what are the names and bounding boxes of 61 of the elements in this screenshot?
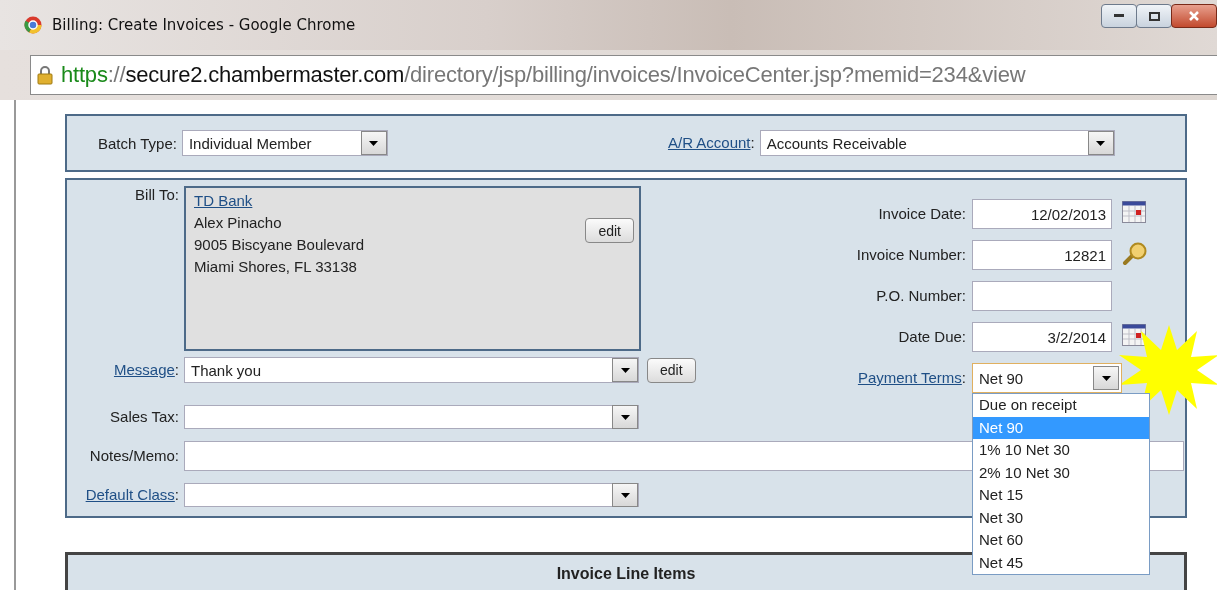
text-field[interactable]: 12821 bbox=[972, 240, 1112, 270]
field-label-link[interactable]: Default Class bbox=[85, 486, 175, 503]
caret-icon bbox=[620, 414, 630, 420]
edit-button[interactable]: edit bbox=[585, 218, 634, 243]
field-label: Bill To: bbox=[135, 186, 179, 203]
ar-account-select[interactable]: Accounts Receivable bbox=[759, 130, 1115, 156]
colon: : bbox=[174, 361, 179, 378]
close-button[interactable] bbox=[1171, 4, 1217, 28]
colon: : bbox=[750, 134, 755, 151]
address-bar[interactable]: https://secure2.chambermaster.com/directory/jsp/billing/invoices/InvoiceCenter.jsp?memid=234&view bbox=[30, 55, 1217, 95]
text-field[interactable] bbox=[972, 281, 1112, 311]
dropdown-option[interactable]: Net 15 bbox=[973, 484, 1149, 507]
calendar-icon[interactable] bbox=[1122, 324, 1146, 346]
edit-button[interactable]: edit bbox=[647, 357, 696, 383]
caret-icon bbox=[620, 367, 630, 373]
field-label-link[interactable]: Payment Terms bbox=[857, 369, 962, 386]
dropdown-option[interactable]: Net 60 bbox=[973, 529, 1149, 552]
calendar-icon[interactable] bbox=[1122, 201, 1146, 223]
dropdown-option[interactable]: Net 30 bbox=[973, 506, 1149, 529]
url-text: https://secure2.chambermaster.com/directory/jsp/billing/invoices/InvoiceCenter.jsp?memid=234&view bbox=[61, 62, 1026, 88]
address-line: 9005 Biscyane Boulevard bbox=[194, 235, 365, 254]
payment-terms-select[interactable]: Net 90 bbox=[972, 363, 1122, 393]
text-field[interactable]: 12/02/2013 bbox=[972, 199, 1112, 229]
dropdown-option[interactable]: 1% 10 Net 30 bbox=[973, 439, 1149, 462]
field-label: Invoice Date: bbox=[878, 205, 966, 222]
colon: : bbox=[961, 369, 966, 386]
field-label-link[interactable]: A/R Account bbox=[667, 134, 751, 151]
starburst-icon bbox=[1119, 325, 1217, 415]
field-label: Date Due: bbox=[898, 328, 966, 345]
close-icon bbox=[1189, 11, 1199, 21]
select-field[interactable] bbox=[184, 405, 639, 429]
caret-icon bbox=[1101, 375, 1111, 381]
field-label: Invoice Number: bbox=[856, 246, 966, 263]
dropdown-option[interactable]: Net 45 bbox=[973, 551, 1149, 574]
lock-icon bbox=[37, 65, 53, 85]
dropdown-option[interactable]: 2% 10 Net 30 bbox=[973, 461, 1149, 484]
window-title: Billing: Create Invoices - Google Chrome bbox=[52, 16, 356, 34]
minimize-icon bbox=[1114, 14, 1124, 18]
field-label-link[interactable]: Message bbox=[113, 361, 175, 378]
caret-icon bbox=[1096, 140, 1106, 146]
caret-icon bbox=[369, 140, 379, 146]
batch-type-select[interactable]: Individual Member bbox=[181, 130, 388, 156]
message-select[interactable]: Thank you bbox=[184, 357, 639, 383]
address-line: Alex Pinacho bbox=[194, 213, 282, 232]
magnifier-icon[interactable] bbox=[1122, 242, 1148, 266]
dropdown-option[interactable]: Due on receipt bbox=[973, 394, 1149, 417]
caret-icon bbox=[620, 492, 630, 498]
select-field[interactable] bbox=[184, 483, 639, 507]
field-label: Batch Type: bbox=[98, 134, 177, 152]
field-label: P.O. Number: bbox=[876, 287, 966, 304]
address-line: Miami Shores, FL 33138 bbox=[194, 257, 357, 276]
browser-logo-icon bbox=[24, 16, 42, 34]
section-title: Invoice Line Items bbox=[556, 565, 696, 584]
company-link[interactable]: TD Bank bbox=[194, 191, 253, 210]
minimize-button[interactable] bbox=[1101, 4, 1137, 28]
field-label: Sales Tax: bbox=[110, 408, 179, 425]
field-label: Notes/Memo: bbox=[89, 447, 179, 464]
colon: : bbox=[174, 486, 179, 503]
text-field[interactable]: 3/2/2014 bbox=[972, 322, 1112, 352]
maximize-icon bbox=[1148, 11, 1160, 21]
maximize-button[interactable] bbox=[1136, 4, 1172, 28]
